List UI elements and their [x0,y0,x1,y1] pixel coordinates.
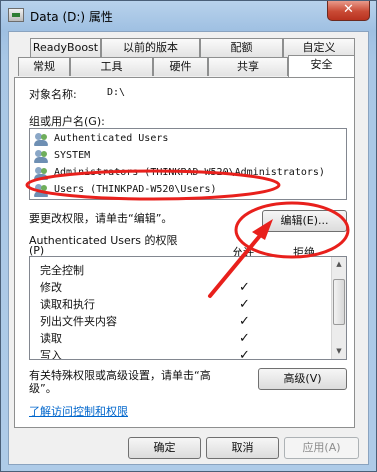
user-name: Authenticated Users [54,133,169,144]
permissions-scrollbar[interactable]: ▲ ▼ [331,257,346,359]
permissions-list: 完全控制 修改 ✓ 读取和执行 ✓ 列出文件夹内容 ✓ 读取 ✓ 写入 ✓ ▲ … [29,256,347,360]
tab-quota[interactable]: 配额 [200,38,283,57]
users-listbox[interactable]: Authenticated Users SYSTEM Administrator… [29,128,347,200]
allow-check-icon: ✓ [239,314,250,329]
tab-general[interactable]: 常规 [18,57,70,76]
user-name: Users (THINKPAD-W520\Users) [54,184,217,195]
advanced-hint-line2: 级”。 [29,382,57,395]
allow-check-icon: ✓ [239,331,250,346]
close-button[interactable]: ✕ [327,1,370,21]
permission-name: 修改 [40,281,62,294]
allow-check-icon: ✓ [239,280,250,295]
permission-row: 读取和执行 ✓ [30,296,330,313]
permission-name: 列出文件夹内容 [40,315,117,328]
permissions-title: Authenticated Users 的权限 [29,234,178,247]
edit-button[interactable]: 编辑(E)... [262,210,347,232]
permission-row: 完全控制 [30,262,330,279]
user-item[interactable]: Authenticated Users [32,131,344,147]
users-group-icon [34,133,50,146]
object-name-value: D:\ [107,87,126,98]
object-name-label: 对象名称: [29,88,77,101]
apply-button[interactable]: 应用(A) [284,437,359,459]
permission-row: 写入 ✓ [30,347,330,360]
users-group-icon [34,150,50,163]
title-bar[interactable]: Data (D:) 属性 ✕ [1,1,376,31]
user-name: SYSTEM [54,150,91,161]
cancel-button[interactable]: 取消 [206,437,279,459]
permission-name: 读取和执行 [40,298,95,311]
users-group-icon [34,167,50,180]
permission-row: 读取 ✓ [30,330,330,347]
allow-check-icon: ✓ [239,348,250,360]
user-item[interactable]: Users (THINKPAD-W520\Users) [32,182,344,198]
scroll-up-icon[interactable]: ▲ [334,258,344,270]
learn-access-control-link[interactable]: 了解访问控制和权限 [29,403,128,419]
change-permissions-hint: 要更改权限，请单击“编辑”。 [29,212,173,225]
permission-name: 读取 [40,332,62,345]
user-item[interactable]: SYSTEM [32,148,344,164]
ok-button[interactable]: 确定 [128,437,201,459]
tab-previous-versions[interactable]: 以前的版本 [101,38,200,57]
user-name: Administrators (THINKPAD-W520\Administra… [54,167,325,178]
groups-users-label: 组或用户名(G): [29,115,105,128]
allow-check-icon: ✓ [239,297,250,312]
permission-name: 写入 [40,349,62,360]
tab-security[interactable]: 安全 [288,55,355,77]
scroll-down-icon[interactable]: ▼ [334,345,344,357]
tab-hardware[interactable]: 硬件 [153,57,208,76]
permission-row: 修改 ✓ [30,279,330,296]
tab-tools[interactable]: 工具 [70,57,153,76]
permission-row: 列出文件夹内容 ✓ [30,313,330,330]
permission-name: 完全控制 [40,264,84,277]
users-group-icon [34,184,50,197]
scroll-thumb[interactable] [333,279,345,325]
user-item[interactable]: Administrators (THINKPAD-W520\Administra… [32,165,344,181]
tab-readyboost[interactable]: ReadyBoost [30,38,101,57]
drive-icon [8,8,24,22]
window-title: Data (D:) 属性 [30,10,113,24]
tab-sharing[interactable]: 共享 [208,57,288,76]
advanced-button[interactable]: 高级(V) [258,368,347,390]
